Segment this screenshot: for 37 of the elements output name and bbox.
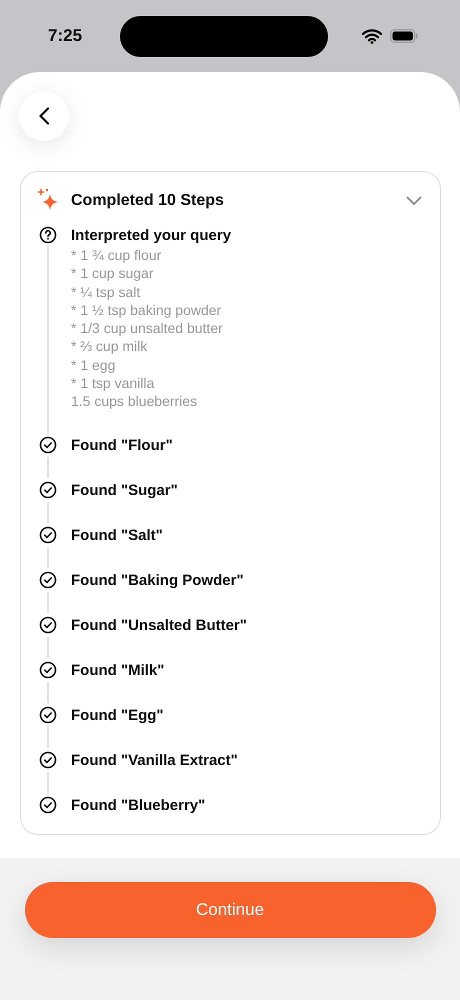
step-title: Found "Salt": [71, 526, 163, 546]
status-time: 7:25: [48, 26, 84, 46]
check-circle-icon: [39, 526, 57, 544]
step-title: Found "Sugar": [71, 480, 178, 501]
step-title: Found "Unsalted Butter": [71, 616, 247, 636]
step-detail: * 1 ½ tsp baking powder: [71, 300, 222, 320]
check-circle-icon: [39, 750, 57, 769]
check-circle-icon: [39, 660, 57, 679]
battery-icon: [390, 29, 418, 43]
step-detail: * 1 egg: [71, 356, 116, 374]
step-title: Found "Vanilla Extract": [71, 750, 238, 771]
step-detail: * 1 ¾ cup flour: [71, 246, 162, 264]
step-title: Found "Blueberry": [71, 796, 206, 816]
step-title: Found "Baking Powder": [71, 570, 244, 591]
check-circle-icon: [39, 616, 57, 634]
steps-title: Completed 10 Steps: [71, 192, 225, 210]
step-detail: 1.5 cups blueberries: [71, 392, 198, 411]
check-circle-icon: [39, 570, 57, 589]
step-title: Found "Milk": [71, 660, 164, 681]
step-detail: * ¼ tsp salt: [71, 282, 142, 301]
check-circle-icon: [39, 480, 57, 499]
continue-button[interactable]: Continue: [24, 882, 436, 938]
chevron-icon[interactable]: [406, 196, 422, 206]
step-title: Interpreted your query: [71, 226, 232, 246]
question-icon: [39, 226, 57, 244]
wifi-icon: [362, 28, 382, 44]
check-circle-icon: [39, 436, 57, 454]
back-button[interactable]: [19, 91, 69, 141]
check-circle-icon: [39, 706, 57, 724]
step-detail: * 1 tsp vanilla: [71, 374, 156, 392]
step-detail: * ⅔ cup milk: [71, 337, 148, 356]
step-detail: * 1 cup sugar: [71, 264, 154, 283]
check-circle-icon: [39, 796, 57, 814]
step-title: Found "Flour": [71, 436, 173, 456]
step-title: Found "Egg": [71, 706, 164, 726]
chevron-left-icon: [38, 107, 50, 125]
step-detail: * 1/3 cup unsalted butter: [71, 319, 224, 338]
